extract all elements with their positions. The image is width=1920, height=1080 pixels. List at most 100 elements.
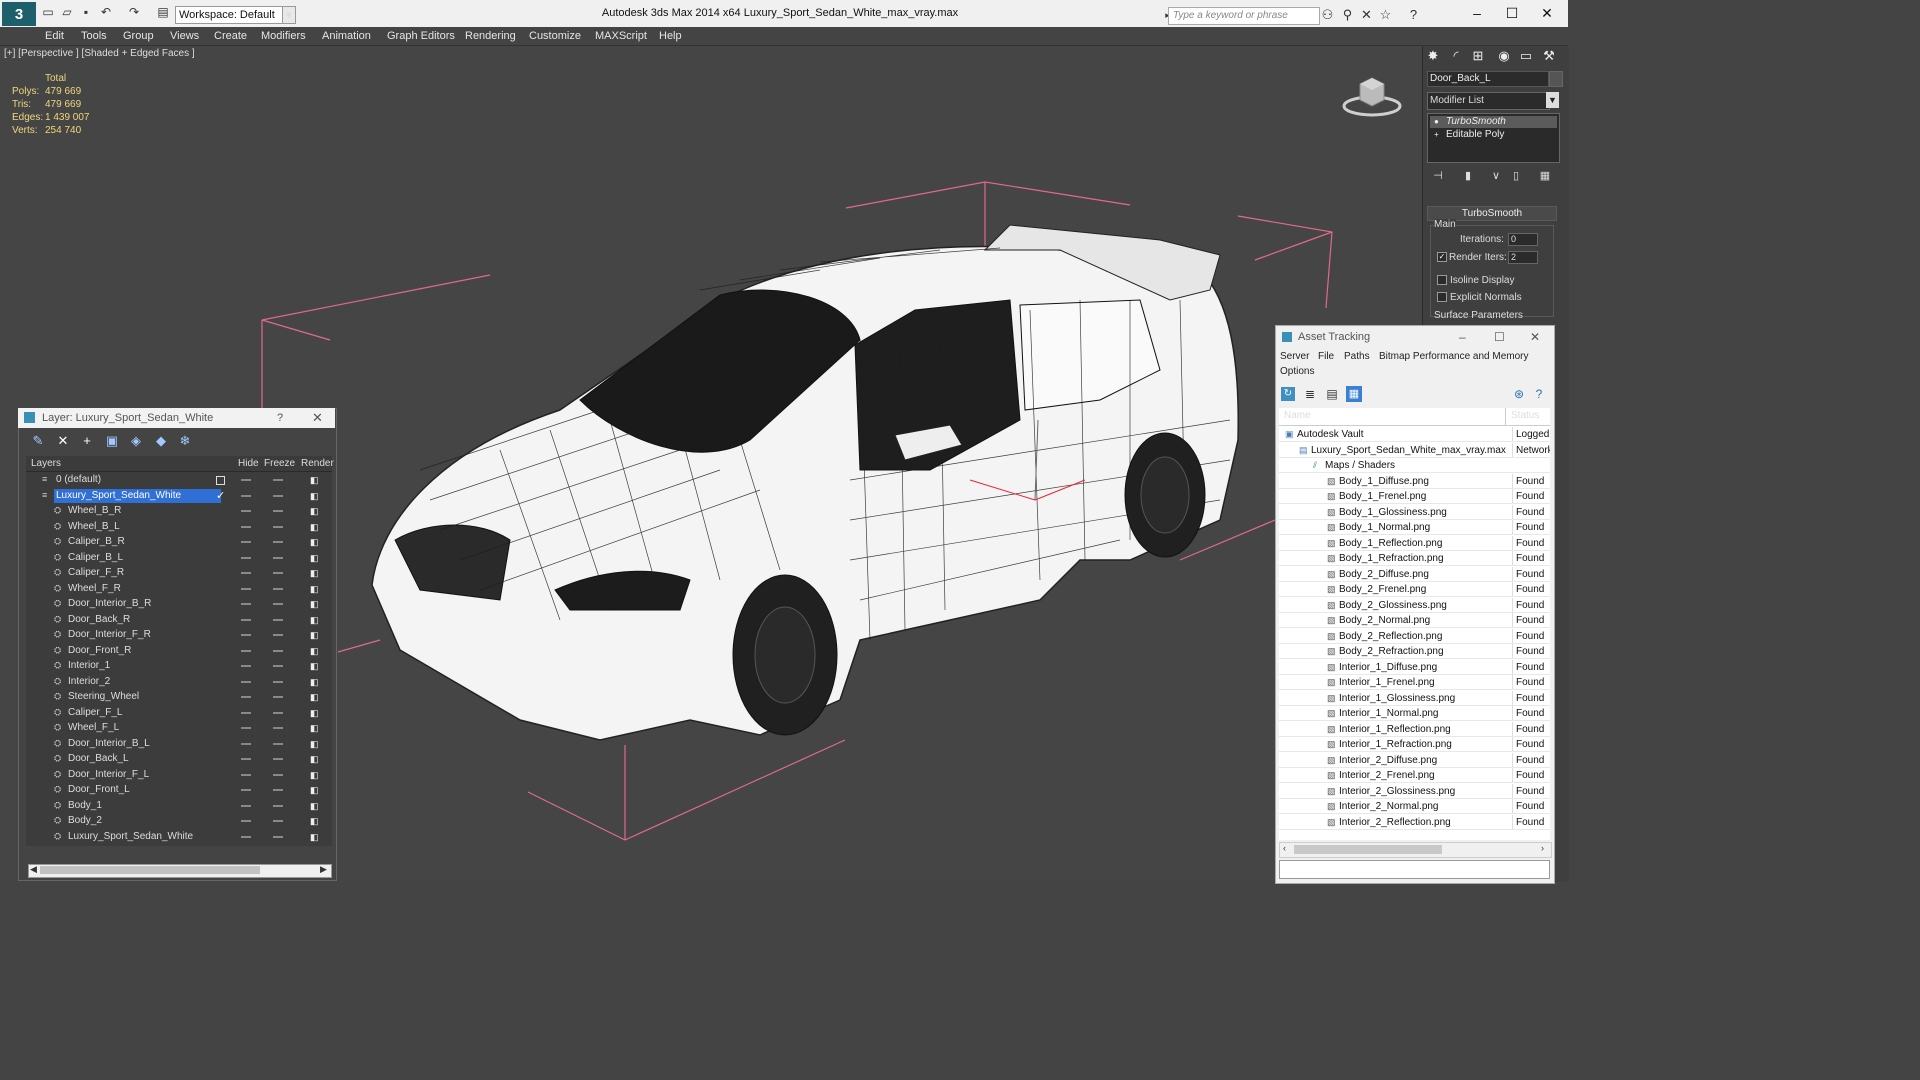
table-view-icon[interactable]: ▦: [1346, 386, 1362, 402]
asset-name[interactable]: Interior_1_Frenel.png: [1339, 675, 1435, 690]
asset-row[interactable]: ▧ Interior_1_Glossiness.png Found: [1279, 690, 1550, 706]
render-toggle-icon[interactable]: ◧: [310, 475, 320, 485]
layer-row-name[interactable]: Caliper_B_L: [66, 551, 163, 565]
layer-row[interactable]: ≡ 0 (default) ◧: [26, 473, 332, 488]
layer-row-name[interactable]: Caliper_B_R: [66, 535, 165, 549]
workspace-dropdown-arrow-icon[interactable]: ▼: [282, 6, 296, 24]
hide-toggle[interactable]: [241, 634, 251, 636]
asset-name[interactable]: Interior_1_Normal.png: [1339, 706, 1439, 721]
maximize-icon[interactable]: ☐: [1497, 4, 1527, 22]
thumbnail-view-icon[interactable]: ▤: [1325, 387, 1339, 401]
layer-row-name[interactable]: Body_2: [66, 814, 142, 828]
asset-row[interactable]: ▧ Interior_2_Frenel.png Found: [1279, 768, 1550, 783]
layer-row[interactable]: ⛭ Steering_Wheel ◧: [26, 690, 332, 705]
asset-name[interactable]: Body_2_Glossiness.png: [1339, 598, 1447, 613]
asset-name[interactable]: Interior_2_Glossiness.png: [1339, 784, 1455, 799]
asset-row[interactable]: ▧ Body_1_Glossiness.png Found: [1279, 504, 1550, 520]
layer-window-help-icon[interactable]: ?: [277, 408, 283, 428]
favorites-star-icon[interactable]: ☆: [1378, 7, 1393, 22]
workspace-dropdown[interactable]: Workspace: Default: [175, 6, 286, 24]
layer-row[interactable]: ⛭ Interior_1 ◧: [26, 659, 332, 674]
hide-toggle[interactable]: [241, 773, 251, 776]
layer-window-titlebar[interactable]: Layer: Luxury_Sport_Sedan_White ? ✕: [18, 408, 335, 428]
menu-customize[interactable]: Customize: [529, 28, 581, 44]
asset-name[interactable]: Body_1_Reflection.png: [1339, 536, 1442, 551]
layer-row[interactable]: ⛭ Door_Front_R ◧: [26, 644, 332, 659]
asset-name[interactable]: Maps / Shaders: [1325, 458, 1395, 473]
asset-row[interactable]: ▣Autodesk Vault Logged C: [1279, 427, 1550, 442]
menu-help[interactable]: Help: [659, 28, 682, 44]
render-toggle-icon[interactable]: ◧: [310, 553, 320, 563]
hierarchy-tab-icon[interactable]: ⊞: [1469, 48, 1487, 64]
asset-row[interactable]: ▧ Body_2_Glossiness.png Found: [1279, 597, 1550, 613]
asset-name[interactable]: Interior_2_Diffuse.png: [1339, 753, 1437, 768]
asset-row[interactable]: ▧ Body_1_Frenel.png Found: [1279, 489, 1550, 504]
asset-name[interactable]: Body_1_Glossiness.png: [1339, 505, 1447, 520]
render-toggle-icon[interactable]: ◧: [310, 491, 320, 501]
highlight-layer-icon[interactable]: ◈: [128, 433, 144, 449]
asset-name[interactable]: Body_1_Refraction.png: [1339, 551, 1444, 566]
layer-row-name[interactable]: Caliper_F_L: [66, 706, 162, 720]
render-toggle-icon[interactable]: ◧: [310, 739, 320, 749]
layer-row[interactable]: ⛭ Body_1 ◧: [26, 799, 332, 814]
asset-row[interactable]: ▧ Body_2_Frenel.png Found: [1279, 582, 1550, 597]
freeze-toggle[interactable]: [273, 494, 283, 497]
help-icon[interactable]: ?: [1406, 7, 1421, 22]
hide-toggle[interactable]: [241, 510, 251, 512]
subscription-icon[interactable]: ⚲: [1340, 7, 1355, 22]
asset-name[interactable]: Interior_1_Glossiness.png: [1339, 691, 1455, 706]
layer-row-name[interactable]: Door_Interior_F_L: [66, 768, 189, 782]
lightbulb-icon[interactable]: ●: [1434, 118, 1442, 126]
asset-row[interactable]: ▧ Interior_1_Normal.png Found: [1279, 706, 1550, 721]
menu-rendering[interactable]: Rendering: [465, 28, 516, 44]
asset-row[interactable]: ▧ Interior_1_Reflection.png Found: [1279, 721, 1550, 737]
freeze-toggle[interactable]: [273, 727, 283, 729]
asset-row[interactable]: ▧ Interior_2_Normal.png Found: [1279, 799, 1550, 814]
asset-row[interactable]: ▧ Interior_2_Reflection.png Found: [1279, 814, 1550, 830]
vault-login-icon[interactable]: ?: [1532, 387, 1546, 401]
hide-toggle[interactable]: [241, 649, 251, 652]
layer-row[interactable]: ⛭ Wheel_B_R ◧: [26, 504, 332, 519]
layer-row-name[interactable]: Interior_1: [66, 659, 150, 673]
asset-row[interactable]: ▧ Interior_1_Frenel.png Found: [1279, 675, 1550, 690]
asset-menu-server[interactable]: Server: [1280, 351, 1309, 362]
redo-icon[interactable]: ↷: [127, 6, 141, 19]
render-toggle-icon[interactable]: ◧: [310, 770, 320, 780]
current-layer-checkbox[interactable]: [216, 476, 225, 485]
freeze-all-icon[interactable]: ❄: [177, 433, 193, 449]
asset-row[interactable]: ▧ Body_1_Reflection.png Found: [1279, 535, 1550, 551]
help-question-icon[interactable]: ⊛: [1512, 387, 1526, 401]
layer-row-name[interactable]: Wheel_F_L: [66, 721, 159, 735]
asset-name[interactable]: Interior_1_Reflection.png: [1339, 722, 1451, 737]
hide-toggle[interactable]: [241, 820, 251, 822]
layer-row-name[interactable]: Door_Interior_B_R: [66, 597, 191, 611]
asset-list-scroll-thumb[interactable]: [1294, 845, 1442, 854]
menu-edit[interactable]: Edit: [45, 28, 64, 44]
asset-tracking-titlebar[interactable]: Asset Tracking – ☐ ✕: [1277, 327, 1551, 347]
object-name-field[interactable]: Door_Back_L: [1427, 71, 1549, 87]
freeze-toggle[interactable]: [273, 587, 283, 590]
utilities-tab-icon[interactable]: ⚒: [1540, 48, 1558, 64]
column-layers[interactable]: Layers: [31, 457, 61, 470]
hide-toggle[interactable]: [241, 618, 251, 621]
asset-row[interactable]: ▧ Body_2_Diffuse.png Found: [1279, 566, 1550, 582]
render-toggle-icon[interactable]: ◧: [310, 785, 320, 795]
asset-name[interactable]: Body_2_Normal.png: [1339, 613, 1430, 628]
column-status[interactable]: Status: [1511, 410, 1539, 421]
render-toggle-icon[interactable]: ◧: [310, 615, 320, 625]
modifier-list-dropdown[interactable]: Modifier List: [1427, 92, 1550, 110]
iterations-spinner[interactable]: 0: [1508, 233, 1538, 246]
list-view-icon[interactable]: ≣: [1303, 387, 1317, 401]
asset-row[interactable]: ⫽ Maps / Shaders: [1279, 458, 1550, 473]
asset-row[interactable]: ▧ Interior_1_Diffuse.png Found: [1279, 659, 1550, 675]
asset-row[interactable]: ▧ Interior_1_Refraction.png Found: [1279, 737, 1550, 752]
hide-toggle[interactable]: [241, 804, 251, 807]
menu-views[interactable]: Views: [170, 28, 199, 44]
hide-toggle[interactable]: [241, 835, 251, 838]
layer-row-name[interactable]: Door_Interior_B_L: [66, 737, 190, 751]
asset-row[interactable]: ▧ Interior_2_Glossiness.png Found: [1279, 783, 1550, 799]
freeze-toggle[interactable]: [273, 603, 283, 605]
freeze-toggle[interactable]: [273, 634, 283, 636]
render-toggle-icon[interactable]: ◧: [310, 801, 320, 811]
layer-row[interactable]: ⛭ Caliper_B_R ◧: [26, 535, 332, 550]
